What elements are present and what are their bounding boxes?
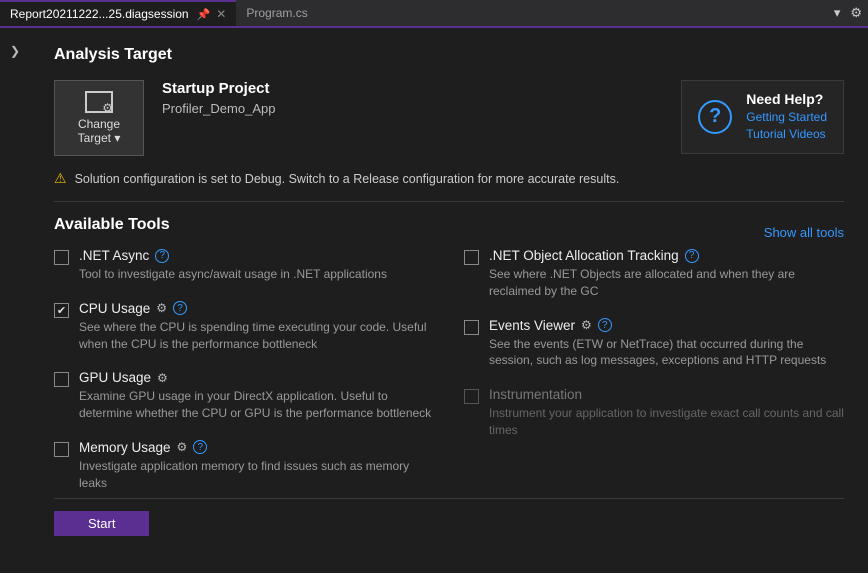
tool-name: .NET Object Allocation Tracking [489, 248, 679, 263]
dropdown-icon[interactable]: ▾ [834, 5, 841, 21]
tool-name: Events Viewer [489, 318, 575, 333]
change-target-button[interactable]: Change Target ▾ [54, 80, 144, 156]
warning-icon: ⚠ [54, 170, 67, 187]
tab-program-cs[interactable]: Program.cs [236, 0, 317, 26]
info-icon[interactable]: ? [193, 440, 207, 454]
tab-bar: Report20211222...25.diagsession 📌 ✕ Prog… [0, 0, 868, 28]
divider [54, 201, 844, 202]
tool-name: CPU Usage [79, 301, 150, 316]
checkbox-instrumentation [464, 389, 479, 404]
tab-label: Report20211222...25.diagsession [10, 7, 189, 21]
show-all-tools-link[interactable]: Show all tools [764, 225, 844, 240]
info-icon[interactable]: ? [155, 249, 169, 263]
project-name: Profiler_Demo_App [162, 101, 275, 116]
tool-net-async: .NET Async ? Tool to investigate async/a… [54, 248, 434, 283]
help-icon: ? [698, 100, 732, 134]
tool-events-viewer: Events Viewer ⚙ ? See the events (ETW or… [464, 318, 844, 370]
tool-name: GPU Usage [79, 370, 151, 385]
getting-started-link[interactable]: Getting Started [746, 109, 827, 126]
info-icon[interactable]: ? [598, 318, 612, 332]
project-title: Startup Project [162, 80, 275, 97]
change-target-label1: Change [78, 117, 121, 131]
checkbox-events-viewer[interactable] [464, 320, 479, 335]
tool-desc: Tool to investigate async/await usage in… [79, 266, 434, 283]
tool-instrumentation: Instrumentation Instrument your applicat… [464, 387, 844, 439]
close-icon[interactable]: ✕ [216, 7, 226, 21]
start-button[interactable]: Start [54, 511, 149, 536]
warning-text: Solution configuration is set to Debug. … [75, 172, 620, 186]
tool-desc: See the events (ETW or NetTrace) that oc… [489, 336, 844, 370]
tool-name: .NET Async [79, 248, 149, 263]
checkbox-cpu-usage[interactable] [54, 303, 69, 318]
tool-net-alloc: .NET Object Allocation Tracking ? See wh… [464, 248, 844, 300]
pin-icon[interactable]: 📌 [197, 8, 211, 21]
gear-icon[interactable]: ⚙ [177, 440, 188, 454]
tutorial-videos-link[interactable]: Tutorial Videos [746, 126, 827, 143]
tab-diagsession[interactable]: Report20211222...25.diagsession 📌 ✕ [0, 0, 236, 26]
target-icon [85, 91, 113, 113]
gear-icon[interactable]: ⚙ [850, 5, 862, 21]
gear-icon[interactable]: ⚙ [581, 318, 592, 332]
checkbox-net-alloc[interactable] [464, 250, 479, 265]
gear-icon[interactable]: ⚙ [157, 371, 168, 385]
tool-name: Instrumentation [489, 387, 582, 402]
change-target-label2: Target ▾ [78, 131, 121, 145]
chevron-right-icon[interactable]: ❯ [10, 44, 20, 58]
tool-name: Memory Usage [79, 440, 171, 455]
help-panel: ? Need Help? Getting Started Tutorial Vi… [681, 80, 844, 154]
tool-gpu-usage: GPU Usage ⚙ Examine GPU usage in your Di… [54, 370, 434, 422]
available-tools-heading: Available Tools [54, 216, 170, 234]
checkbox-memory-usage[interactable] [54, 442, 69, 457]
tool-desc: See where .NET Objects are allocated and… [489, 266, 844, 300]
info-icon[interactable]: ? [173, 301, 187, 315]
tool-desc: Instrument your application to investiga… [489, 405, 844, 439]
info-icon[interactable]: ? [685, 249, 699, 263]
checkbox-gpu-usage[interactable] [54, 372, 69, 387]
tool-desc: Examine GPU usage in your DirectX applic… [79, 388, 434, 422]
tool-desc: Investigate application memory to find i… [79, 458, 434, 492]
help-title: Need Help? [746, 91, 827, 107]
tool-memory-usage: Memory Usage ⚙ ? Investigate application… [54, 440, 434, 492]
tool-cpu-usage: CPU Usage ⚙ ? See where the CPU is spend… [54, 301, 434, 353]
tab-label: Program.cs [246, 6, 307, 20]
warning-row: ⚠ Solution configuration is set to Debug… [54, 170, 844, 187]
checkbox-net-async[interactable] [54, 250, 69, 265]
project-info: Startup Project Profiler_Demo_App [162, 80, 275, 116]
tool-desc: See where the CPU is spending time execu… [79, 319, 434, 353]
gear-icon[interactable]: ⚙ [156, 301, 167, 315]
analysis-target-heading: Analysis Target [54, 46, 844, 64]
